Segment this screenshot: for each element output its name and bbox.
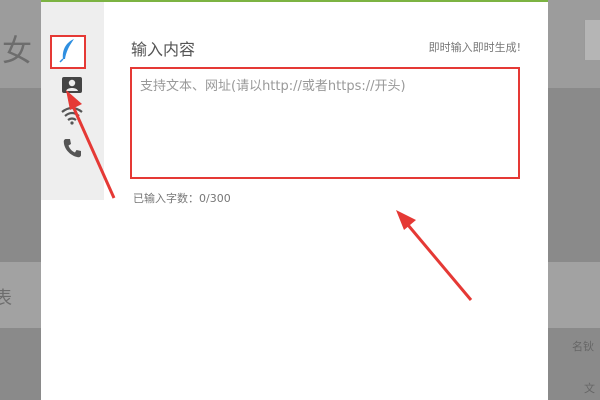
contact-card-icon bbox=[61, 75, 83, 99]
sidebar-item-contact[interactable] bbox=[50, 72, 94, 102]
sidebar bbox=[41, 2, 104, 200]
sidebar-item-wifi[interactable] bbox=[50, 102, 94, 132]
sidebar-item-text[interactable] bbox=[50, 35, 86, 69]
background-text: 名钬 bbox=[572, 340, 594, 353]
background-glyph-2: 表 bbox=[0, 288, 12, 309]
wifi-icon bbox=[60, 105, 84, 129]
background-box bbox=[584, 20, 600, 60]
content-textarea[interactable] bbox=[132, 69, 518, 177]
input-modal: 输入内容 即时输入即时生成! 已输入字数：0/300 bbox=[41, 0, 548, 400]
phone-icon bbox=[62, 137, 82, 163]
instant-hint: 即时输入即时生成! bbox=[428, 41, 521, 54]
modal-title: 输入内容 bbox=[131, 40, 196, 59]
sidebar-item-phone[interactable] bbox=[50, 135, 94, 165]
content-input-box bbox=[130, 67, 520, 179]
background-text-2: 文 bbox=[584, 382, 595, 395]
char-counter: 已输入字数：0/300 bbox=[133, 192, 231, 205]
background-glyph: 女 bbox=[2, 34, 32, 69]
feather-icon bbox=[57, 37, 79, 67]
